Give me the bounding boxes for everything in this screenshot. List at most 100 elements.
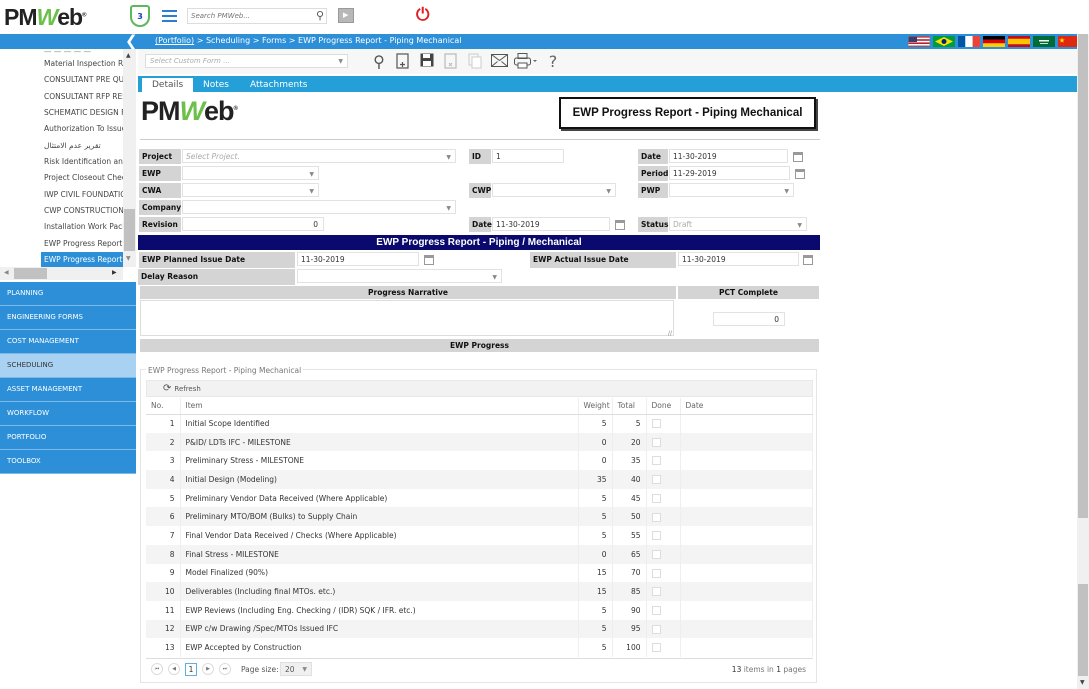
collapse-chevron-icon[interactable]: ❮ — [125, 32, 138, 50]
done-checkbox[interactable] — [651, 531, 661, 541]
calendar-icon[interactable] — [803, 255, 813, 265]
column-header-total[interactable]: Total — [612, 398, 647, 415]
power-icon[interactable]: ⏻ — [416, 5, 429, 25]
delete-icon[interactable] — [442, 53, 460, 71]
pmweb-logo[interactable]: PMWeb® — [4, 4, 87, 31]
module-cost-management[interactable]: COST MANAGEMENT — [0, 330, 136, 354]
flag-germany-icon[interactable] — [983, 36, 1005, 47]
print-icon[interactable] — [514, 53, 537, 71]
current-page[interactable]: 1 — [185, 663, 197, 676]
cell-date[interactable] — [680, 582, 813, 601]
page-scrollbar[interactable]: ▼ — [1077, 34, 1089, 689]
delay-reason-select[interactable]: ▼ — [297, 269, 502, 283]
new-icon[interactable] — [394, 53, 412, 71]
flag-spain-icon[interactable] — [1008, 36, 1030, 47]
scroll-left-icon[interactable]: ◀ — [4, 269, 9, 276]
done-checkbox[interactable] — [651, 549, 661, 559]
done-checkbox[interactable] — [651, 624, 661, 634]
revision-date-input[interactable]: 11-30-2019 — [492, 217, 610, 231]
tree-item[interactable]: CONSULTANT RFP RES — [44, 89, 124, 105]
breadcrumb-portfolio-link[interactable]: (Portfolio) — [155, 36, 194, 45]
tree-vertical-scrollbar[interactable]: ▲ ▼ — [123, 49, 136, 267]
pct-complete-input[interactable]: 0 — [713, 312, 785, 326]
tree-item[interactable]: CONSULTANT PRE QU — [44, 72, 124, 88]
help-icon[interactable]: ? — [544, 53, 562, 71]
page-size-select[interactable]: 20 ▼ — [280, 662, 312, 676]
cell-date[interactable] — [680, 414, 813, 433]
flag-france-icon[interactable] — [958, 36, 980, 47]
done-checkbox[interactable] — [651, 493, 661, 503]
video-icon[interactable] — [338, 8, 354, 23]
save-icon[interactable] — [418, 53, 436, 71]
module-asset-management[interactable]: ASSET MANAGEMENT — [0, 378, 136, 402]
tab-details[interactable]: Details — [142, 78, 194, 92]
cell-date[interactable] — [680, 563, 813, 583]
table-row[interactable]: 1 Initial Scope Identified 5 5 — [146, 414, 813, 433]
flag-us-icon[interactable] — [908, 36, 930, 47]
tree-item[interactable]: Authorization To Issue — [44, 121, 124, 137]
column-header-date[interactable]: Date — [680, 398, 813, 415]
tree-item[interactable]: SCHEMATIC DESIGN F — [44, 105, 124, 121]
project-select[interactable]: Select Project. ▼ — [182, 149, 456, 163]
table-row[interactable]: 3 Preliminary Stress - MILESTONE 0 35 — [146, 451, 813, 471]
last-page-icon[interactable]: ⏭ — [219, 663, 231, 675]
table-row[interactable]: 4 Initial Design (Modeling) 35 40 — [146, 470, 813, 489]
column-header-item[interactable]: Item — [180, 398, 579, 415]
module-portfolio[interactable]: PORTFOLIO — [0, 426, 136, 450]
actual-issue-date-input[interactable]: 11-30-2019 — [678, 252, 799, 266]
flag-brazil-icon[interactable] — [933, 36, 955, 47]
next-page-icon[interactable]: ▶ — [202, 663, 214, 675]
scroll-right-icon[interactable]: ▶ — [112, 269, 117, 276]
tree-item[interactable]: Risk Identification and — [44, 154, 124, 170]
email-icon[interactable] — [490, 53, 508, 71]
table-row[interactable]: 13 EWP Accepted by Construction 5 100 — [146, 638, 813, 657]
table-row[interactable]: 7 Final Vendor Data Received / Checks (Wh… — [146, 526, 813, 545]
module-engineering-forms[interactable]: ENGINEERING FORMS — [0, 306, 136, 330]
tab-notes[interactable]: Notes — [193, 78, 239, 92]
tree-item[interactable]: EWP Progress Report — [44, 236, 124, 252]
column-header-done[interactable]: Done — [646, 398, 681, 415]
scroll-down-icon[interactable]: ▼ — [1080, 679, 1085, 686]
pwp-select[interactable]: ▼ — [669, 183, 794, 197]
scroll-thumb[interactable] — [14, 268, 47, 279]
module-scheduling[interactable]: SCHEDULING — [0, 354, 136, 378]
done-checkbox[interactable] — [651, 587, 661, 597]
search-input[interactable] — [188, 9, 306, 23]
period-input[interactable]: 11-29-2019 — [669, 166, 790, 180]
hamburger-menu-icon[interactable] — [162, 10, 177, 22]
table-row[interactable]: 6 Preliminary MTO/BOM (Bulks) to Supply C… — [146, 507, 813, 527]
cell-date[interactable] — [680, 488, 813, 508]
cell-date[interactable] — [680, 451, 813, 471]
prev-page-icon[interactable]: ◀ — [168, 663, 180, 675]
shield-badge-icon[interactable]: 3 — [130, 5, 150, 27]
cwa-select[interactable]: ▼ — [182, 183, 319, 197]
done-checkbox[interactable] — [651, 419, 661, 429]
done-checkbox[interactable] — [651, 643, 661, 653]
first-page-icon[interactable]: ⏮ — [151, 663, 163, 675]
done-checkbox[interactable] — [651, 456, 661, 466]
table-row[interactable]: 9 Model Finalized (90%) 15 70 — [146, 563, 813, 583]
done-checkbox[interactable] — [651, 437, 661, 447]
module-toolbox[interactable]: TOOLBOX — [0, 450, 136, 474]
scroll-up-icon[interactable]: ▲ — [126, 52, 131, 59]
planned-issue-date-input[interactable]: 11-30-2019 — [297, 252, 419, 266]
flag-saudi-icon[interactable] — [1033, 36, 1055, 47]
cell-date[interactable] — [680, 600, 813, 620]
tree-item-selected[interactable]: EWP Progress Report — [41, 252, 123, 268]
cell-date[interactable] — [680, 619, 813, 639]
calendar-icon[interactable] — [615, 220, 625, 230]
table-row[interactable]: 10 Deliverables (Including final MTOs. et… — [146, 582, 813, 601]
table-row[interactable]: 8 Final Stress - MILESTONE 0 65 — [146, 544, 813, 564]
search-icon[interactable]: ⚲ — [316, 9, 324, 22]
done-checkbox[interactable] — [651, 512, 661, 522]
column-header-weight[interactable]: Weight — [578, 398, 613, 415]
id-input[interactable]: 1 — [492, 149, 564, 163]
table-row[interactable]: 2 P&ID/ LDTs IFC - MILESTONE 0 20 — [146, 432, 813, 452]
tab-attachments[interactable]: Attachments — [240, 78, 317, 92]
ewp-select[interactable]: ▼ — [182, 166, 319, 180]
progress-narrative-textarea[interactable] — [140, 300, 674, 337]
company-select[interactable]: ▼ — [182, 200, 456, 214]
cell-date[interactable] — [680, 544, 813, 564]
refresh-button[interactable]: ⟳ Refresh — [163, 383, 201, 394]
tree-item[interactable]: Material Inspection Re — [44, 56, 124, 72]
